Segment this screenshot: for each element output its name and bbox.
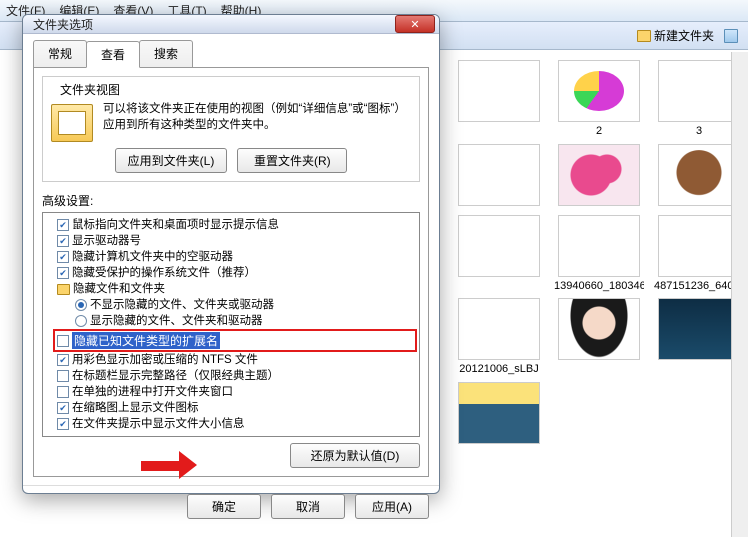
legend-folder-views: 文件夹视图 <box>57 81 123 98</box>
tabs: 常规 查看 搜索 <box>33 40 429 67</box>
tree-label: 在标题栏显示完整路径（仅限经典主题） <box>72 368 279 384</box>
checkbox[interactable] <box>57 235 69 247</box>
checkbox[interactable] <box>57 418 69 430</box>
thumbnail-image <box>658 215 740 277</box>
advanced-settings-tree[interactable]: 鼠标指向文件夹和桌面项时显示提示信息 显示驱动器号 隐藏计算机文件夹中的空驱动器… <box>42 212 420 437</box>
new-folder-button[interactable]: 新建文件夹 <box>637 27 714 44</box>
advanced-label: 高级设置: <box>42 192 420 209</box>
radio[interactable] <box>75 299 87 311</box>
checkbox[interactable] <box>57 251 69 263</box>
tab-panel-view: 文件夹视图 可以将该文件夹正在使用的视图（例如“详细信息”或“图标”）应用到所有… <box>33 67 429 477</box>
dialog-titlebar[interactable]: 文件夹选项 ✕ <box>23 15 439 34</box>
ok-button[interactable]: 确定 <box>187 494 261 519</box>
highlighted-row-hide-extensions[interactable]: 隐藏已知文件类型的扩展名 <box>53 329 417 352</box>
thumbnail-image <box>558 215 640 277</box>
restore-defaults-button[interactable]: 还原为默认值(D) <box>290 443 420 468</box>
tree-label: 不显示隐藏的文件、文件夹或驱动器 <box>90 297 274 313</box>
tree-label: 鼠标指向文件夹和桌面项时显示提示信息 <box>72 217 279 233</box>
tab-general[interactable]: 常规 <box>33 40 87 67</box>
apply-to-folders-button[interactable]: 应用到文件夹(L) <box>115 148 228 173</box>
checkbox[interactable] <box>57 402 69 414</box>
thumbnail-item[interactable]: 20121006_sLBJ <box>452 298 546 376</box>
thumbnail-item[interactable] <box>552 144 646 209</box>
close-icon: ✕ <box>410 18 419 31</box>
checkbox[interactable] <box>57 219 69 231</box>
folder-options-dialog: 文件夹选项 ✕ 常规 查看 搜索 文件夹视图 可以将该文件夹正在使用的视图（例如… <box>22 14 440 494</box>
folder-icon <box>637 30 651 42</box>
thumbnail-grid: 2313940660_180346095374_2487151236_640_6… <box>448 56 748 537</box>
tree-label: 在文件夹提示中显示文件大小信息 <box>72 416 245 432</box>
apply-button[interactable]: 应用(A) <box>355 494 429 519</box>
thumbnail-image <box>558 144 640 206</box>
thumbnail-image <box>458 215 540 277</box>
cancel-button[interactable]: 取消 <box>271 494 345 519</box>
thumbnail-item[interactable]: 13940660_180346095374_2 <box>552 215 646 293</box>
tree-label: 显示隐藏的文件、文件夹和驱动器 <box>90 313 263 329</box>
thumbnail-item[interactable] <box>452 60 546 138</box>
tree-label: 显示驱动器号 <box>72 233 141 249</box>
thumbnail-image <box>658 298 740 360</box>
tab-search[interactable]: 搜索 <box>139 40 193 67</box>
thumbnail-item[interactable] <box>452 144 546 209</box>
thumbnail-item[interactable]: 2 <box>552 60 646 138</box>
tree-label: 在单独的进程中打开文件夹窗口 <box>72 384 233 400</box>
tree-label: 在缩略图上显示文件图标 <box>72 400 199 416</box>
thumbnail-caption: 20121006_sLBJ <box>454 363 544 376</box>
tree-label: 用彩色显示加密或压缩的 NTFS 文件 <box>72 352 258 368</box>
thumbnail-caption: 13940660_180346095374_2 <box>554 280 644 293</box>
tab-view[interactable]: 查看 <box>86 41 140 68</box>
folder-icon <box>57 284 70 295</box>
folder-view-desc: 可以将该文件夹正在使用的视图（例如“详细信息”或“图标”）应用到所有这种类型的文… <box>103 102 411 133</box>
checkbox[interactable] <box>57 386 69 398</box>
scrollbar-vertical[interactable] <box>731 52 748 537</box>
reset-folders-button[interactable]: 重置文件夹(R) <box>237 148 347 173</box>
thumbnail-image <box>458 298 540 360</box>
dialog-footer: 确定 取消 应用(A) <box>23 485 439 527</box>
thumbnail-caption: 2 <box>554 125 644 138</box>
tree-label: 隐藏文件和文件夹 <box>73 281 165 297</box>
thumbnail-image <box>458 382 540 444</box>
thumbnail-image <box>658 60 740 122</box>
thumbnail-image <box>458 60 540 122</box>
thumbnail-image <box>558 298 640 360</box>
thumbnail-image <box>458 144 540 206</box>
tree-label: 隐藏受保护的操作系统文件（推荐） <box>72 265 256 281</box>
folder-view-icon <box>51 104 93 142</box>
thumbnail-item[interactable] <box>452 382 546 447</box>
tree-label: 隐藏已知文件类型的扩展名 <box>72 332 220 349</box>
thumbnail-image <box>658 144 740 206</box>
radio[interactable] <box>75 315 87 327</box>
checkbox[interactable] <box>57 335 69 347</box>
dialog-title: 文件夹选项 <box>33 16 93 33</box>
tree-label: 隐藏计算机文件夹中的空驱动器 <box>72 249 233 265</box>
checkbox[interactable] <box>57 354 69 366</box>
thumbnail-image <box>558 60 640 122</box>
view-mode-icon[interactable] <box>724 29 738 43</box>
dialog-body: 常规 查看 搜索 文件夹视图 可以将该文件夹正在使用的视图（例如“详细信息”或“… <box>23 34 439 485</box>
checkbox[interactable] <box>57 267 69 279</box>
checkbox[interactable] <box>57 370 69 382</box>
fieldset-folder-views: 文件夹视图 可以将该文件夹正在使用的视图（例如“详细信息”或“图标”）应用到所有… <box>42 76 420 182</box>
close-button[interactable]: ✕ <box>395 15 435 33</box>
thumbnail-item[interactable] <box>452 215 546 293</box>
thumbnail-item[interactable] <box>552 298 646 376</box>
new-folder-label: 新建文件夹 <box>654 27 714 44</box>
